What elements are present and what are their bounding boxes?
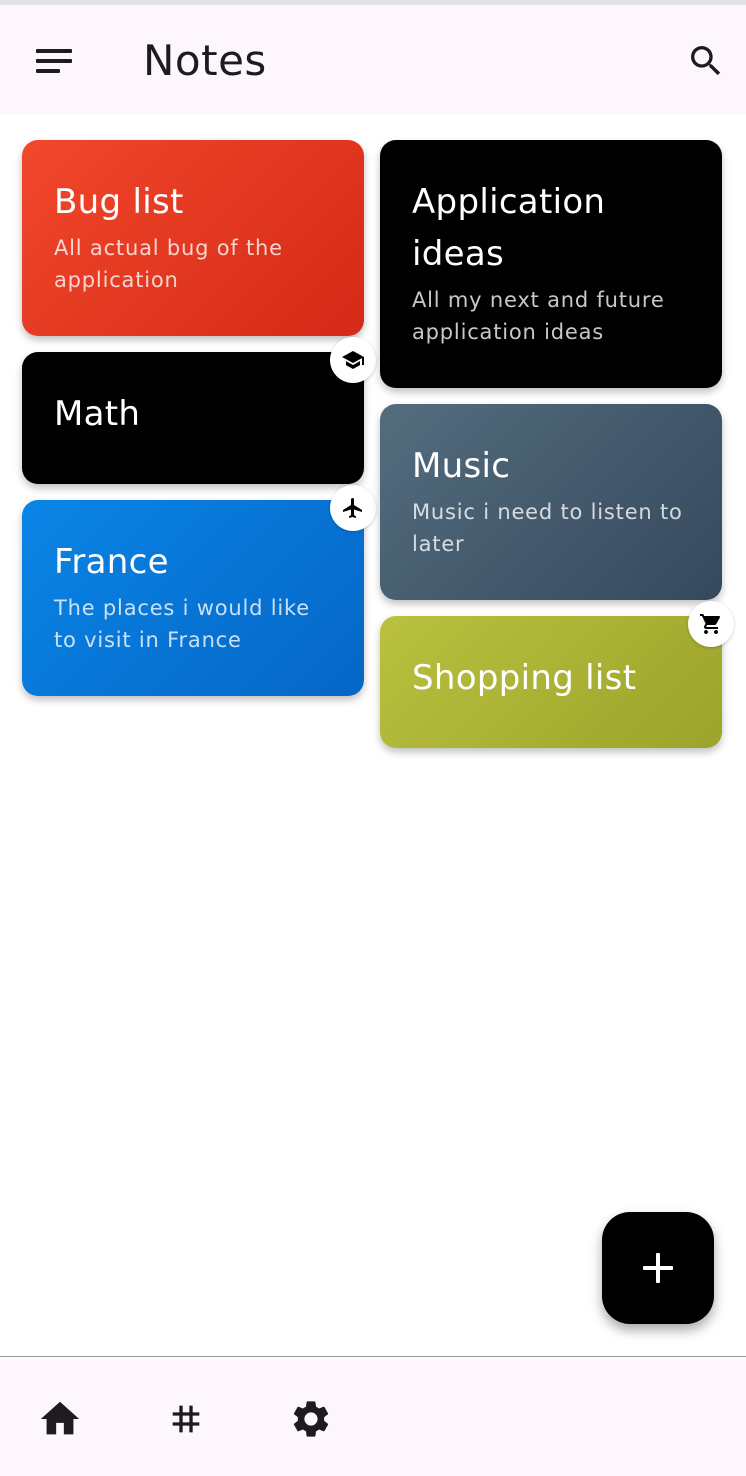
nav-tags-button[interactable] bbox=[156, 1391, 216, 1447]
note-title: Music bbox=[412, 446, 511, 486]
search-icon bbox=[691, 46, 721, 76]
note-title: Bug list bbox=[54, 182, 184, 222]
note-title: Math bbox=[54, 394, 141, 434]
app-screen: Notes Bug list All actual bug of the app… bbox=[0, 0, 746, 1476]
nav-settings-button[interactable] bbox=[281, 1391, 341, 1447]
home-icon bbox=[40, 1401, 80, 1435]
note-card-shopping-list[interactable]: Shopping list bbox=[380, 616, 722, 748]
note-title: Shopping list bbox=[412, 658, 637, 698]
search-button[interactable] bbox=[676, 33, 736, 89]
page-title: Notes bbox=[143, 36, 267, 85]
menu-button[interactable] bbox=[24, 33, 84, 89]
shopping-cart-icon bbox=[700, 614, 721, 634]
sort-menu-icon bbox=[36, 49, 72, 73]
note-card-bug-list[interactable]: Bug list All actual bug of the applicati… bbox=[22, 140, 364, 336]
note-title: France bbox=[54, 542, 169, 582]
nav-home-button[interactable] bbox=[30, 1391, 90, 1447]
note-card-france[interactable]: France The places i would like to visit … bbox=[22, 500, 364, 696]
app-bar: Notes bbox=[0, 5, 746, 115]
bottom-navigation bbox=[0, 1356, 746, 1476]
note-description: The places i would like to visit in Fran… bbox=[54, 596, 310, 652]
note-title: Application ideas bbox=[412, 182, 606, 274]
school-icon bbox=[342, 351, 364, 369]
note-category-badge bbox=[688, 601, 734, 647]
note-card-math[interactable]: Math bbox=[22, 352, 364, 484]
add-note-button[interactable] bbox=[602, 1212, 714, 1324]
hashtag-icon bbox=[172, 1405, 200, 1433]
gear-icon bbox=[293, 1401, 329, 1437]
note-description: All my next and future application ideas bbox=[412, 288, 665, 344]
airplane-icon bbox=[343, 498, 362, 518]
note-category-badge bbox=[330, 485, 376, 531]
note-card-application-ideas[interactable]: Application ideas All my next and future… bbox=[380, 140, 722, 388]
note-description: Music i need to listen to later bbox=[412, 500, 683, 556]
note-description: All actual bug of the application bbox=[54, 236, 283, 292]
add-icon bbox=[643, 1253, 673, 1283]
note-category-badge bbox=[330, 337, 376, 383]
note-card-music[interactable]: Music Music i need to listen to later bbox=[380, 404, 722, 600]
